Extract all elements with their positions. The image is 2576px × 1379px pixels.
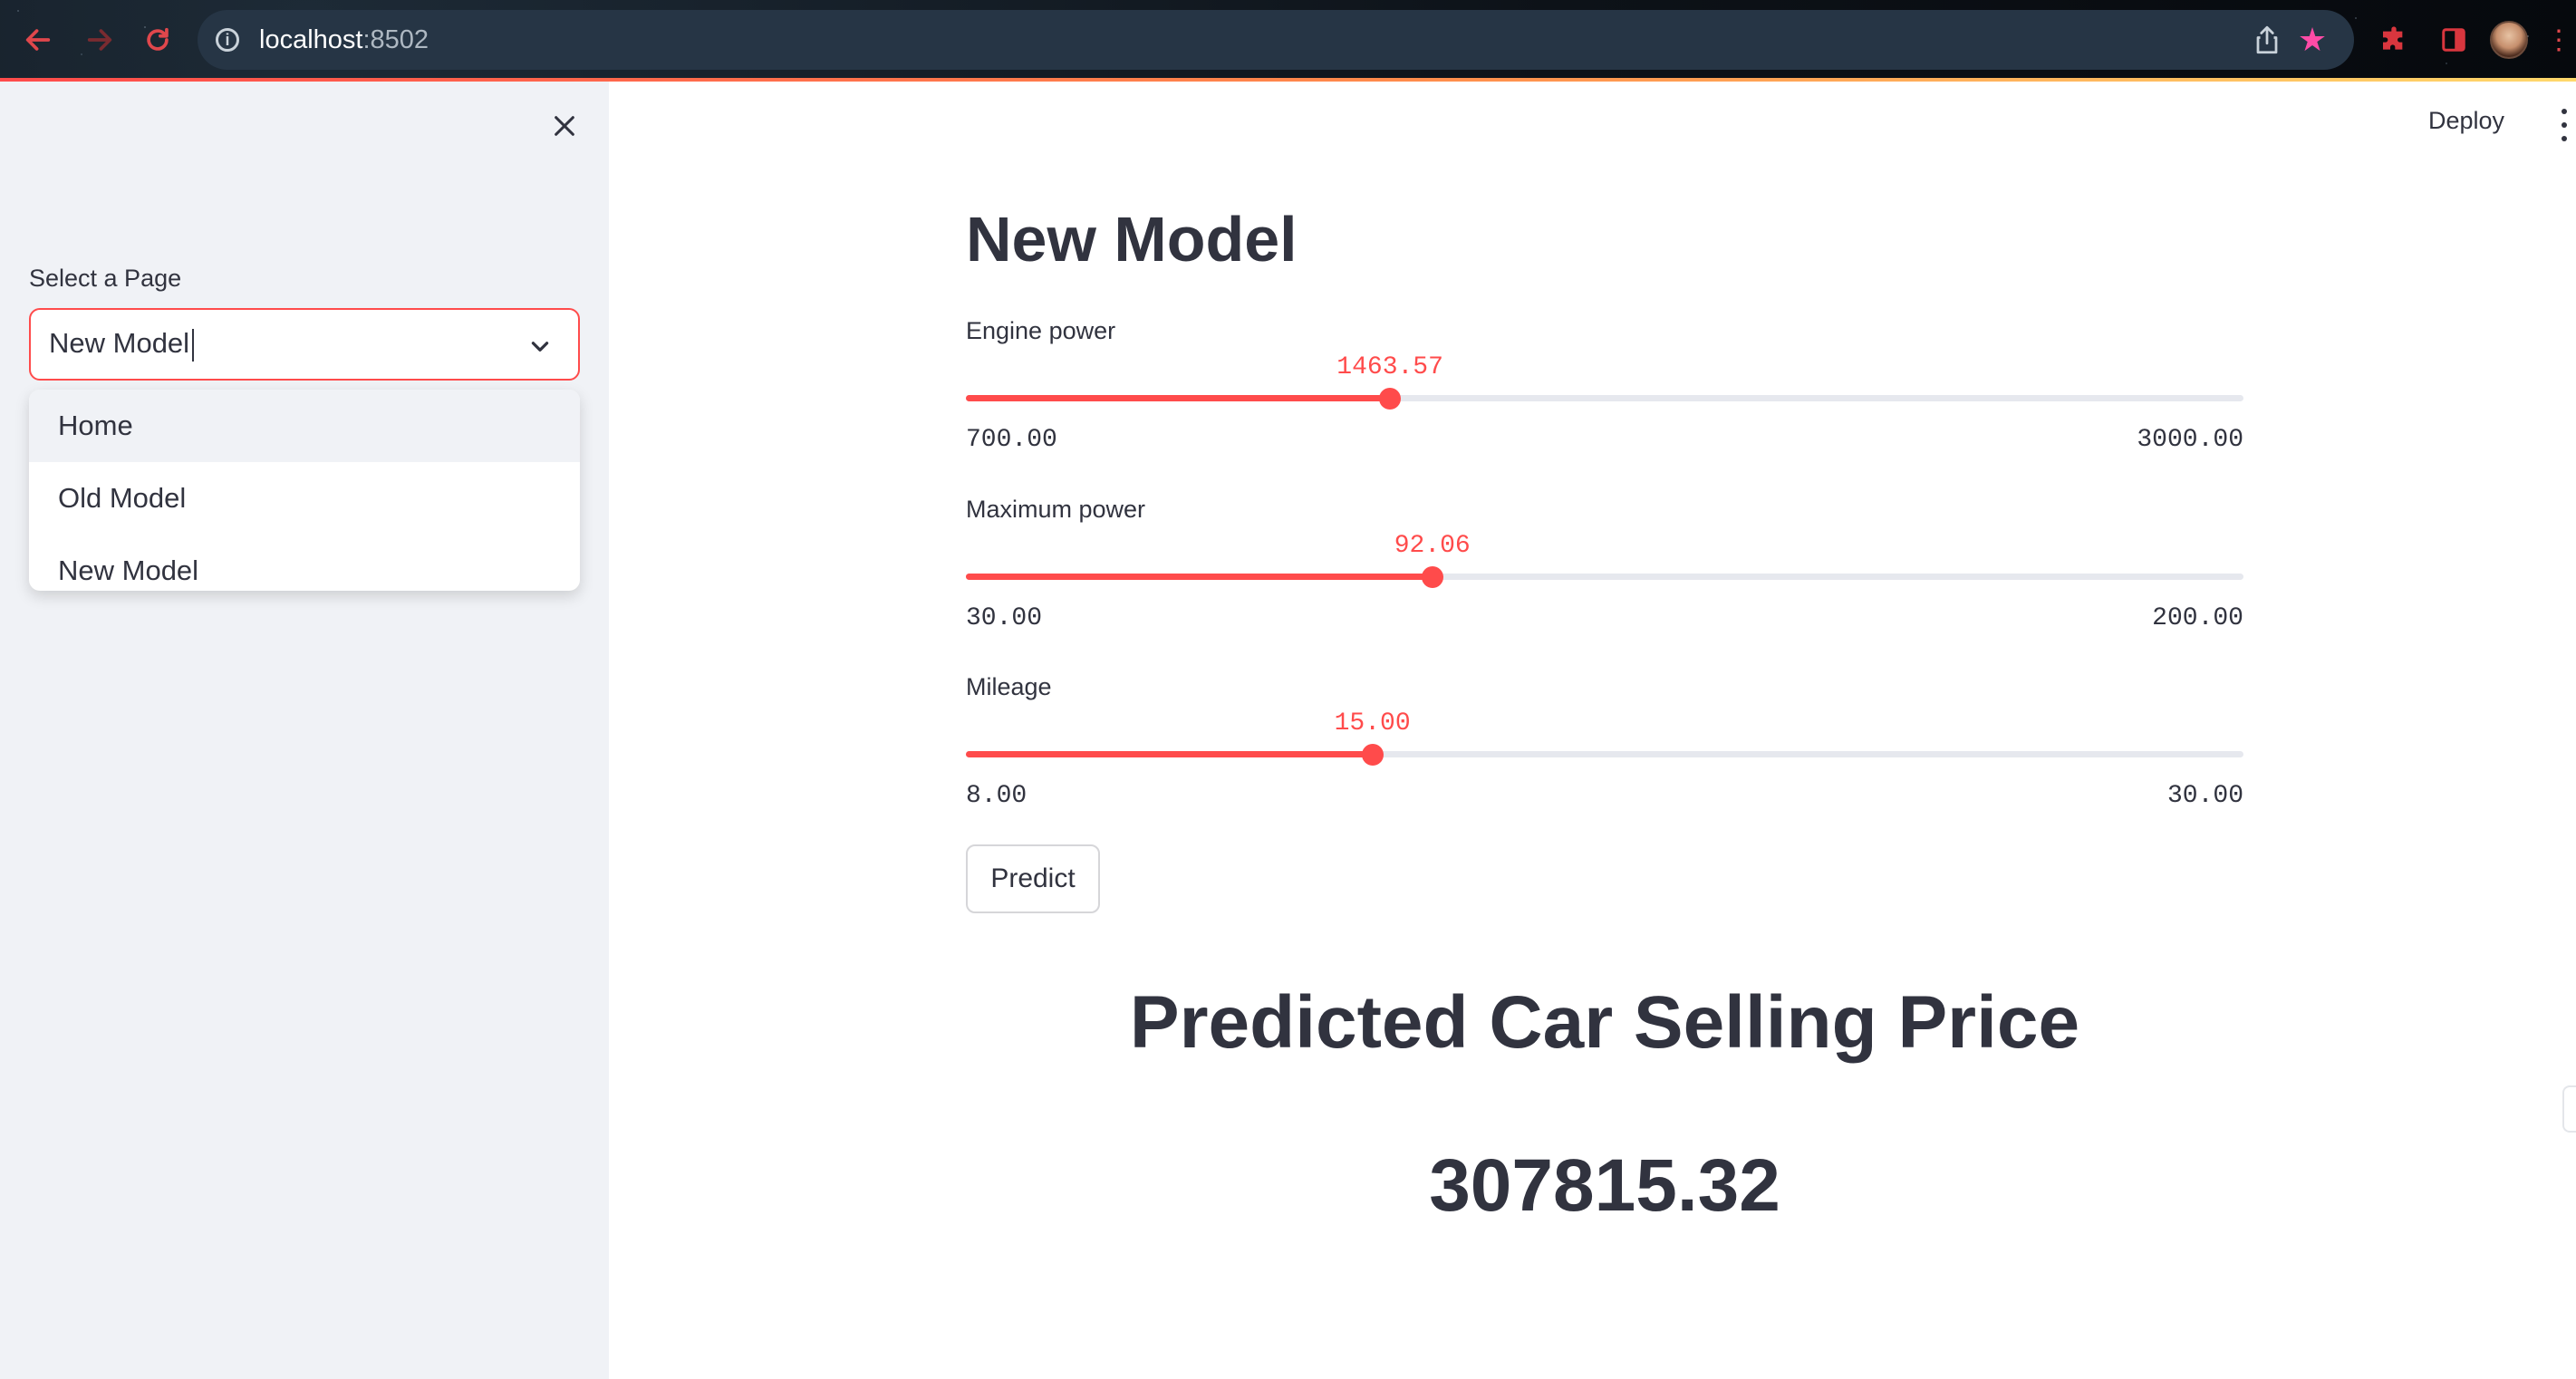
deploy-button[interactable]: Deploy [2428, 107, 2504, 135]
slider-track[interactable] [966, 395, 2243, 401]
info-icon[interactable]: i [216, 28, 239, 52]
slider-max-label: 200.00 [2152, 604, 2243, 632]
slider-label: Maximum power [966, 496, 1146, 523]
page-select-menu: Home Old Model New Model [29, 390, 580, 591]
browser-menu-icon[interactable]: ⋮ [2545, 20, 2572, 60]
slider-current-value: 1463.57 [1336, 353, 1443, 381]
star-icon[interactable]: ★ [2287, 20, 2338, 60]
arrow-left-icon[interactable] [18, 20, 58, 60]
share-icon[interactable] [2247, 20, 2287, 60]
slider-current-value: 15.00 [1334, 709, 1411, 738]
slider-label: Engine power [966, 317, 1116, 344]
predict-button[interactable]: Predict [966, 844, 1100, 913]
text-caret [192, 328, 195, 362]
slider-fill [966, 395, 1391, 401]
page-edge-tab[interactable] [2562, 1085, 2576, 1133]
slider-thumb[interactable] [1421, 566, 1443, 588]
reload-icon[interactable] [138, 20, 178, 60]
option-old-model[interactable]: Old Model [29, 462, 580, 535]
slider-min-label: 700.00 [966, 426, 1057, 454]
slider-fill [966, 751, 1373, 757]
slider-track[interactable] [966, 751, 2243, 757]
slider-min-label: 8.00 [966, 782, 1028, 810]
url-host: localhost [259, 24, 363, 54]
sidebar-icon[interactable] [2434, 20, 2474, 60]
page-title: New Model [966, 204, 1298, 275]
slider-max-label: 3000.00 [2137, 426, 2243, 454]
slider-current-value: 92.06 [1394, 532, 1471, 560]
url-port: :8502 [362, 24, 429, 54]
url-text: localhost:8502 [259, 25, 429, 55]
close-icon[interactable] [544, 105, 585, 147]
browser-toolbar: i localhost:8502 ★ ⋮ [0, 0, 2576, 80]
slider-min-label: 30.00 [966, 604, 1043, 632]
select-current-value[interactable]: New Model [49, 327, 195, 362]
slider-fill [966, 574, 1433, 580]
select-label: Select a Page [29, 265, 182, 292]
slider-thumb[interactable] [1379, 388, 1402, 410]
arrow-right-icon[interactable] [80, 20, 120, 60]
address-bar[interactable]: i localhost:8502 ★ [198, 10, 2354, 70]
chevron-down-icon[interactable] [526, 332, 555, 361]
slider-track[interactable] [966, 574, 2243, 580]
puzzle-icon[interactable] [2374, 20, 2414, 60]
sidebar: Select a Page New Model Home Old Model N… [0, 82, 609, 1379]
page-select[interactable]: New Model [29, 308, 580, 381]
more-vertical-icon[interactable] [2559, 109, 2570, 141]
slider-max-label: 30.00 [2166, 782, 2243, 810]
slider-thumb[interactable] [1361, 744, 1384, 766]
option-new-model[interactable]: New Model [29, 535, 580, 591]
predicted-price-value: 307815.32 [1429, 1144, 1780, 1227]
profile-avatar[interactable] [2490, 21, 2528, 59]
option-home[interactable]: Home [29, 390, 580, 462]
select-value-text: New Model [49, 327, 190, 360]
slider-label: Mileage [966, 673, 1052, 700]
result-heading: Predicted Car Selling Price [1129, 981, 2080, 1064]
